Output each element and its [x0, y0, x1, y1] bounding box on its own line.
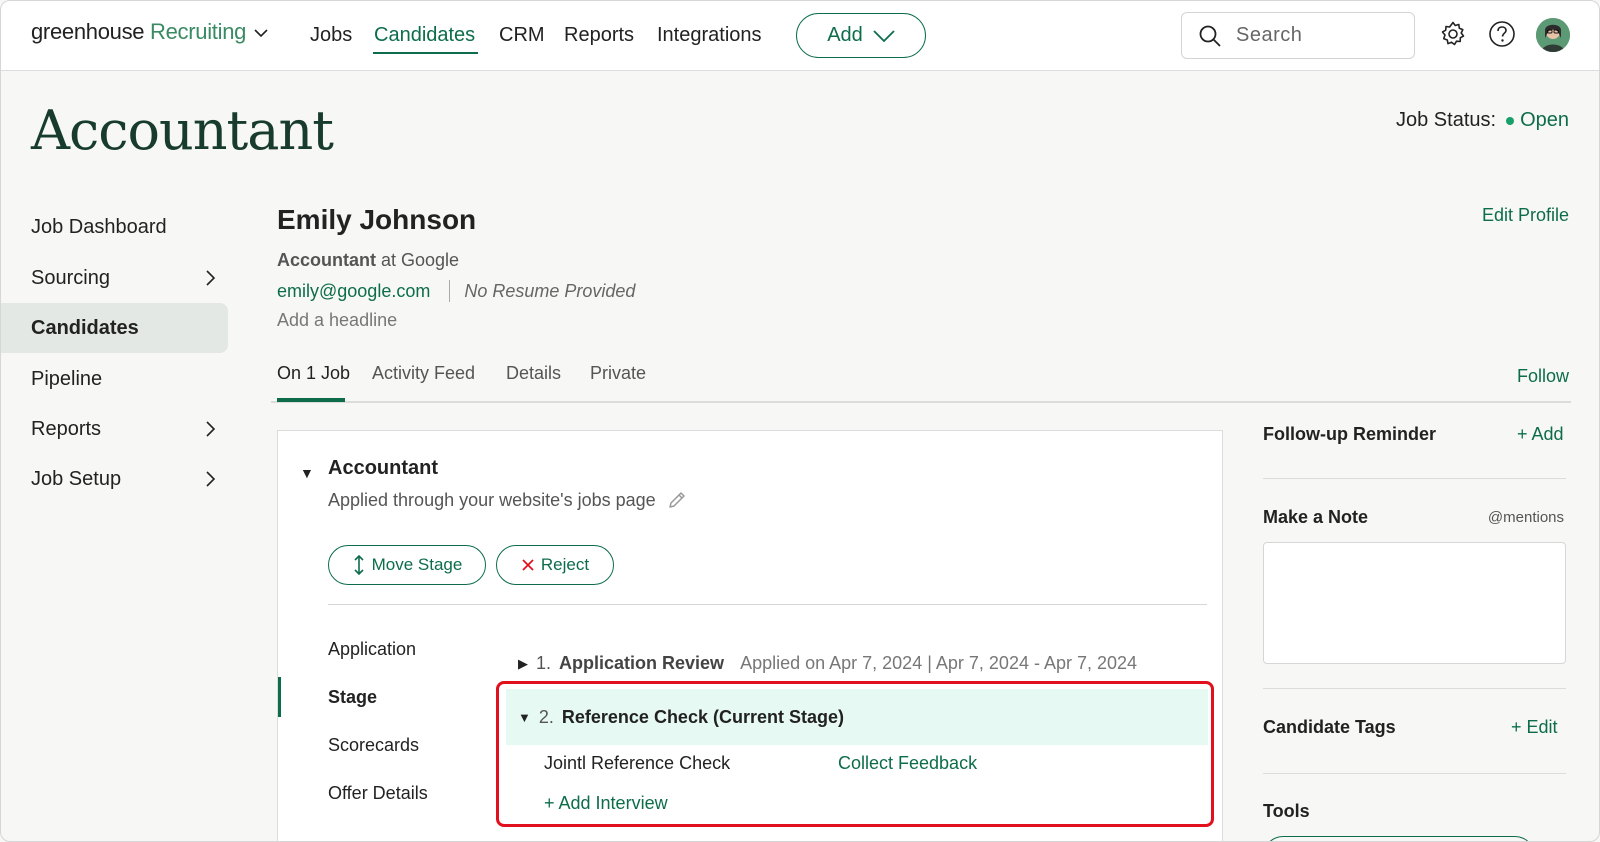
job-status-value: Open [1520, 109, 1569, 131]
brand-product: Recruiting [150, 19, 247, 44]
sidebar-item-job-setup[interactable]: Job Setup [1, 454, 228, 504]
candidate-role-connector: at [376, 250, 402, 270]
app-window: greenhouse Recruiting Jobs Candidates CR… [0, 0, 1600, 842]
page-title: Accountant [31, 99, 334, 162]
tabs-divider [271, 401, 1571, 403]
nav-crm[interactable]: CRM [499, 24, 545, 47]
brand-logo[interactable]: greenhouse Recruiting [31, 19, 246, 45]
job-card-title: Accountant [328, 457, 438, 479]
sidebar-item-label: Candidates [31, 316, 139, 339]
subnav-active-indicator [278, 677, 281, 717]
sidebar-item-label: Job Setup [31, 467, 122, 490]
top-navigation-bar: greenhouse Recruiting Jobs Candidates CR… [1, 1, 1599, 71]
highlight-annotation [496, 681, 1214, 827]
pencil-icon[interactable] [666, 489, 688, 511]
make-a-note-label: Make a Note [1263, 507, 1369, 527]
nav-candidates[interactable]: Candidates [374, 24, 475, 47]
tab-activity-feed[interactable]: Activity Feed [372, 363, 475, 384]
subnav-offer-details[interactable]: Offer Details [328, 783, 428, 804]
candidate-role-title: Accountant [277, 250, 376, 270]
sidebar-item-label: Sourcing [31, 266, 110, 289]
add-headline-field[interactable]: Add a headline [277, 310, 397, 331]
arrow-up-down-icon [354, 554, 364, 576]
search-input[interactable]: Search [1181, 12, 1415, 59]
sidebar-item-label: Reports [31, 417, 102, 440]
candidate-email-link[interactable]: emily@google.com [277, 281, 430, 302]
nav-reports[interactable]: Reports [564, 24, 634, 47]
close-icon [522, 559, 534, 571]
edit-profile-link[interactable]: Edit Profile [1482, 205, 1569, 226]
divider [1263, 478, 1566, 479]
nav-active-indicator [373, 52, 478, 54]
sidebar-item-sourcing[interactable]: Sourcing [1, 253, 228, 303]
move-stage-button[interactable]: Move Stage [328, 545, 486, 585]
subnav-scorecards[interactable]: Scorecards [328, 735, 419, 756]
status-dot-icon [1506, 116, 1515, 125]
chevron-right-icon [206, 270, 216, 286]
chevron-down-icon[interactable] [253, 25, 269, 41]
divider [328, 604, 1207, 605]
search-placeholder: Search [1236, 24, 1303, 46]
candidate-tags-label: Candidate Tags [1263, 717, 1396, 737]
avatar[interactable] [1536, 18, 1570, 52]
sidebar-item-candidates[interactable]: Candidates [1, 303, 228, 353]
mentions-label: @mentions [1487, 509, 1564, 526]
add-button-label: Add [827, 24, 863, 46]
application-source-text: Applied through your website's jobs page [328, 489, 656, 510]
job-status: Job Status: Open [1396, 109, 1569, 132]
help-icon [1489, 21, 1515, 47]
subnav-stage[interactable]: Stage [328, 687, 377, 708]
collapse-triangle-icon[interactable]: ▼ [300, 465, 314, 481]
candidate-name: Emily Johnson [277, 204, 477, 235]
help-button[interactable] [1487, 19, 1517, 49]
settings-button[interactable] [1438, 19, 1468, 49]
divider [1263, 688, 1566, 689]
candidate-role: Accountant at Google [277, 250, 459, 271]
subnav-application[interactable]: Application [328, 639, 416, 660]
expand-triangle-icon: ▶ [518, 655, 528, 671]
job-status-label: Job Status: [1396, 109, 1497, 131]
tab-on-1-job[interactable]: On 1 Job [277, 363, 350, 384]
add-button[interactable]: Add [796, 13, 926, 58]
chevron-right-icon [206, 421, 216, 437]
reject-button[interactable]: Reject [496, 545, 614, 585]
nav-jobs[interactable]: Jobs [310, 24, 352, 47]
divider [1263, 773, 1566, 774]
stage-row-application-review[interactable]: ▶ 1. Application Review Applied on Apr 7… [518, 653, 1137, 674]
move-stage-label: Move Stage [371, 555, 463, 574]
application-source: Applied through your website's jobs page [328, 489, 688, 511]
sidebar-item-label: Pipeline [31, 367, 103, 390]
sidebar-item-reports[interactable]: Reports [1, 404, 228, 454]
nav-integrations[interactable]: Integrations [657, 24, 762, 47]
note-textarea[interactable] [1263, 542, 1566, 664]
candidate-contact: emily@google.com No Resume Provided [277, 280, 635, 302]
tab-active-indicator [277, 398, 345, 402]
follow-up-reminder-label: Follow-up Reminder [1263, 424, 1436, 444]
search-icon [1199, 25, 1221, 47]
candidate-company: Google [401, 250, 460, 270]
job-application-card: ▼ Accountant Applied through your websit… [277, 430, 1223, 841]
tools-button[interactable] [1263, 836, 1535, 841]
add-reminder-link[interactable]: + Add [1517, 424, 1564, 445]
sidebar-item-pipeline[interactable]: Pipeline [1, 354, 228, 404]
sidebar-item-job-dashboard[interactable]: Job Dashboard [1, 202, 228, 252]
chevron-right-icon [206, 471, 216, 487]
gear-icon [1441, 21, 1465, 46]
follow-link[interactable]: Follow [1517, 366, 1569, 387]
chevron-down-icon [873, 29, 895, 42]
resume-status: No Resume Provided [464, 280, 636, 301]
sidebar-item-label: Job Dashboard [31, 215, 167, 238]
edit-tags-link[interactable]: + Edit [1511, 717, 1558, 738]
stage-name: Application Review [559, 653, 725, 673]
stage-number: 1. [536, 653, 552, 673]
tab-private[interactable]: Private [590, 363, 646, 384]
tab-details[interactable]: Details [506, 363, 561, 384]
brand-name: greenhouse [31, 19, 145, 44]
user-avatar-icon [1536, 18, 1570, 52]
tools-label: Tools [1263, 801, 1310, 821]
reject-label: Reject [540, 555, 590, 574]
divider [449, 280, 451, 302]
stage-meta: Applied on Apr 7, 2024 | Apr 7, 2024 - A… [740, 653, 1138, 673]
